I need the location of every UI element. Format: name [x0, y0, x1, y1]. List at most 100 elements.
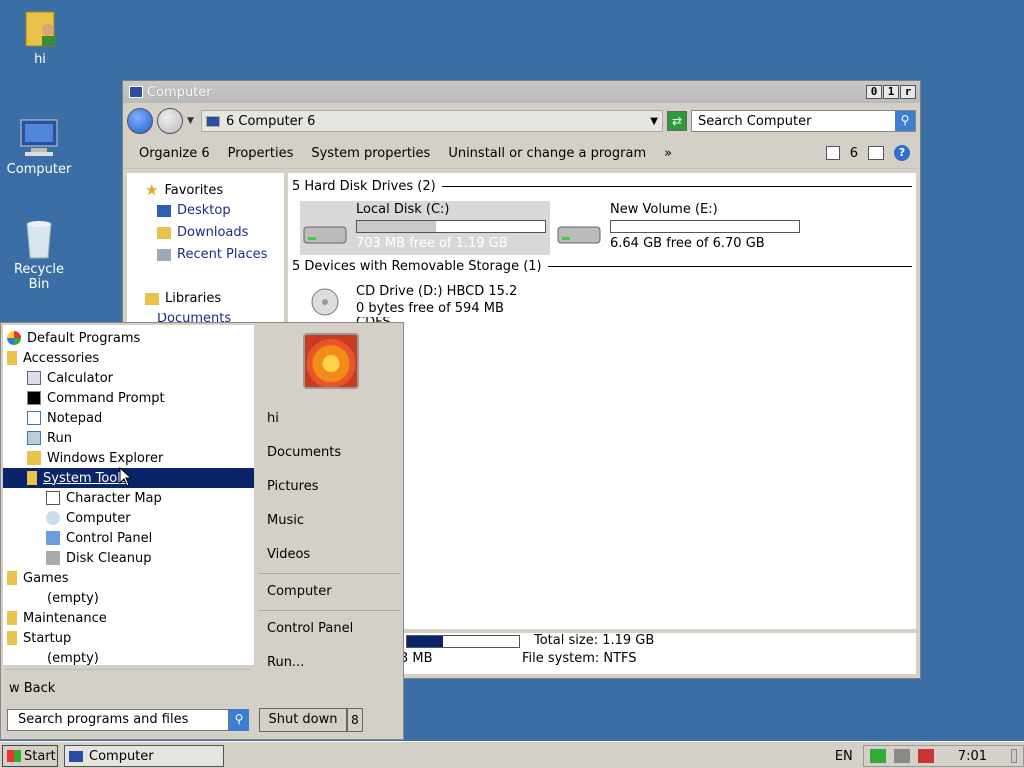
view-label[interactable]: 6: [850, 146, 858, 161]
search-input[interactable]: Search Computer ⚲: [691, 110, 916, 132]
preview-pane-icon[interactable]: [868, 146, 884, 160]
menu-item-label: Maintenance: [23, 610, 107, 626]
help-icon[interactable]: ?: [894, 145, 910, 161]
desktop-icon-label: hi: [34, 52, 46, 67]
menu-item-default-programs[interactable]: Default Programs: [7, 328, 140, 348]
menu-item-maintenance[interactable]: Maintenance: [7, 608, 107, 628]
drive-cd-d[interactable]: CD Drive (D:) HBCD 15.2 0 bytes free of …: [300, 283, 517, 323]
windows-logo-icon: [7, 750, 21, 762]
organize-button[interactable]: Organize 6: [139, 146, 210, 161]
control-panel-icon: [46, 531, 60, 545]
search-icon[interactable]: ⚲: [895, 111, 915, 131]
user-folder-icon: [18, 6, 62, 50]
network-icon[interactable]: [893, 749, 910, 763]
folder-icon: [7, 611, 17, 625]
address-row: ▼ 6 Computer 6 ▼ ⇄ Search Computer ⚲: [127, 107, 916, 135]
menu-separator: [5, 669, 251, 670]
volume-muted-icon[interactable]: [917, 749, 934, 763]
right-item-videos[interactable]: Videos: [267, 547, 310, 562]
system-properties-button[interactable]: System properties: [311, 146, 430, 161]
nav-favorites[interactable]: ★ Favorites: [145, 181, 223, 199]
history-dropdown-icon[interactable]: ▼: [187, 116, 197, 126]
view-options-icon[interactable]: [825, 146, 840, 160]
menu-item-character-map[interactable]: Character Map: [46, 488, 162, 508]
shut-down-button[interactable]: Shut down: [259, 708, 347, 732]
menu-item-run[interactable]: Run: [27, 428, 72, 448]
menu-item-empty[interactable]: (empty): [47, 648, 99, 668]
right-item-user[interactable]: hi: [267, 411, 279, 426]
window-title: Computer: [147, 84, 212, 100]
nav-recent-places[interactable]: Recent Places: [157, 247, 267, 262]
title-bar[interactable]: Computer 0 1 r: [123, 81, 920, 103]
desktop-icon-hi[interactable]: hi: [2, 6, 78, 67]
nav-downloads[interactable]: Downloads: [157, 225, 248, 240]
drive-free-space: 6.64 GB free of 6.70 GB: [610, 236, 765, 251]
group-header-removable-label: 5 Devices with Removable Storage (1): [292, 259, 542, 274]
notepad-icon: [27, 411, 41, 425]
taskbar-item-computer[interactable]: Computer: [64, 745, 224, 767]
taskbar-item-label: Computer: [89, 748, 154, 764]
forward-button[interactable]: [157, 108, 183, 134]
user-avatar[interactable]: [303, 333, 359, 389]
computer-icon: [17, 116, 61, 160]
menu-separator: [259, 573, 401, 574]
drive-name: New Volume (E:): [610, 202, 718, 217]
right-item-music[interactable]: Music: [267, 513, 304, 528]
start-search-input[interactable]: Search programs and files: [7, 709, 229, 731]
menu-item-accessories[interactable]: Accessories: [7, 348, 99, 368]
menu-item-games[interactable]: Games: [7, 568, 68, 588]
show-desktop-button[interactable]: [1011, 749, 1017, 763]
nav-libraries[interactable]: Libraries: [145, 291, 221, 306]
menu-item-empty[interactable]: (empty): [47, 588, 99, 608]
menu-item-label: Startup: [23, 630, 72, 646]
uninstall-button[interactable]: Uninstall or change a program: [448, 146, 646, 161]
shut-down-options-button[interactable]: 8: [347, 708, 363, 732]
right-item-control-panel[interactable]: Control Panel: [267, 621, 353, 636]
nav-recent-label: Recent Places: [177, 247, 268, 262]
back-button[interactable]: [127, 108, 153, 134]
menu-item-notepad[interactable]: Notepad: [27, 408, 102, 428]
chevron-down-icon[interactable]: ▼: [650, 116, 658, 127]
desktop-icon-recycle-bin[interactable]: Recycle Bin: [1, 216, 77, 292]
nav-libraries-label: Libraries: [165, 291, 222, 306]
desktop-icon-computer[interactable]: Computer: [1, 116, 77, 177]
start-button[interactable]: Start: [2, 745, 58, 767]
desktop-icon-label-line1: Recycle: [13, 262, 65, 277]
menu-item-windows-explorer[interactable]: Windows Explorer: [27, 448, 163, 468]
right-item-documents[interactable]: Documents: [267, 445, 341, 460]
group-header-hdd[interactable]: 5 Hard Disk Drives (2): [292, 179, 912, 194]
close-button[interactable]: r: [900, 85, 916, 99]
right-item-run[interactable]: Run...: [267, 655, 304, 670]
nav-desktop[interactable]: Desktop: [157, 203, 231, 218]
desktop-icon-label-line2: Bin: [28, 277, 50, 292]
drive-new-volume-e[interactable]: New Volume (E:) 6.64 GB free of 6.70 GB: [554, 201, 800, 252]
more-commands-button[interactable]: »: [664, 146, 672, 161]
address-bar[interactable]: 6 Computer 6 ▼: [201, 110, 663, 132]
right-item-pictures[interactable]: Pictures: [267, 479, 318, 494]
start-menu: Default Programs Accessories Calculator …: [0, 322, 404, 740]
menu-item-control-panel[interactable]: Control Panel: [46, 528, 152, 548]
maximize-button[interactable]: 1: [883, 85, 899, 99]
details-filesystem: File system: NTFS: [522, 651, 637, 666]
properties-button[interactable]: Properties: [228, 146, 294, 161]
star-icon: ★: [145, 181, 159, 199]
action-center-icon[interactable]: [869, 749, 886, 763]
menu-item-computer[interactable]: Computer: [46, 508, 131, 528]
menu-item-label: System Tools: [43, 470, 128, 486]
refresh-button[interactable]: ⇄: [667, 111, 687, 131]
clock[interactable]: 7:01: [958, 749, 987, 764]
drive-local-disk-c[interactable]: Local Disk (C:) 703 MB free of 1.19 GB: [300, 201, 550, 255]
folder-icon: [7, 631, 17, 645]
minimize-button[interactable]: 0: [866, 85, 882, 99]
language-indicator[interactable]: EN: [835, 749, 853, 764]
menu-item-startup[interactable]: Startup: [7, 628, 71, 648]
right-item-computer[interactable]: Computer: [267, 584, 332, 599]
desktop-icon: [157, 204, 171, 217]
back-button[interactable]: w Back: [9, 681, 55, 696]
group-header-removable[interactable]: 5 Devices with Removable Storage (1): [292, 259, 912, 274]
menu-item-disk-cleanup[interactable]: Disk Cleanup: [46, 548, 151, 568]
computer-icon: [69, 750, 83, 762]
menu-item-command-prompt[interactable]: Command Prompt: [27, 388, 165, 408]
search-icon[interactable]: ⚲: [229, 709, 249, 731]
menu-item-calculator[interactable]: Calculator: [27, 368, 113, 388]
